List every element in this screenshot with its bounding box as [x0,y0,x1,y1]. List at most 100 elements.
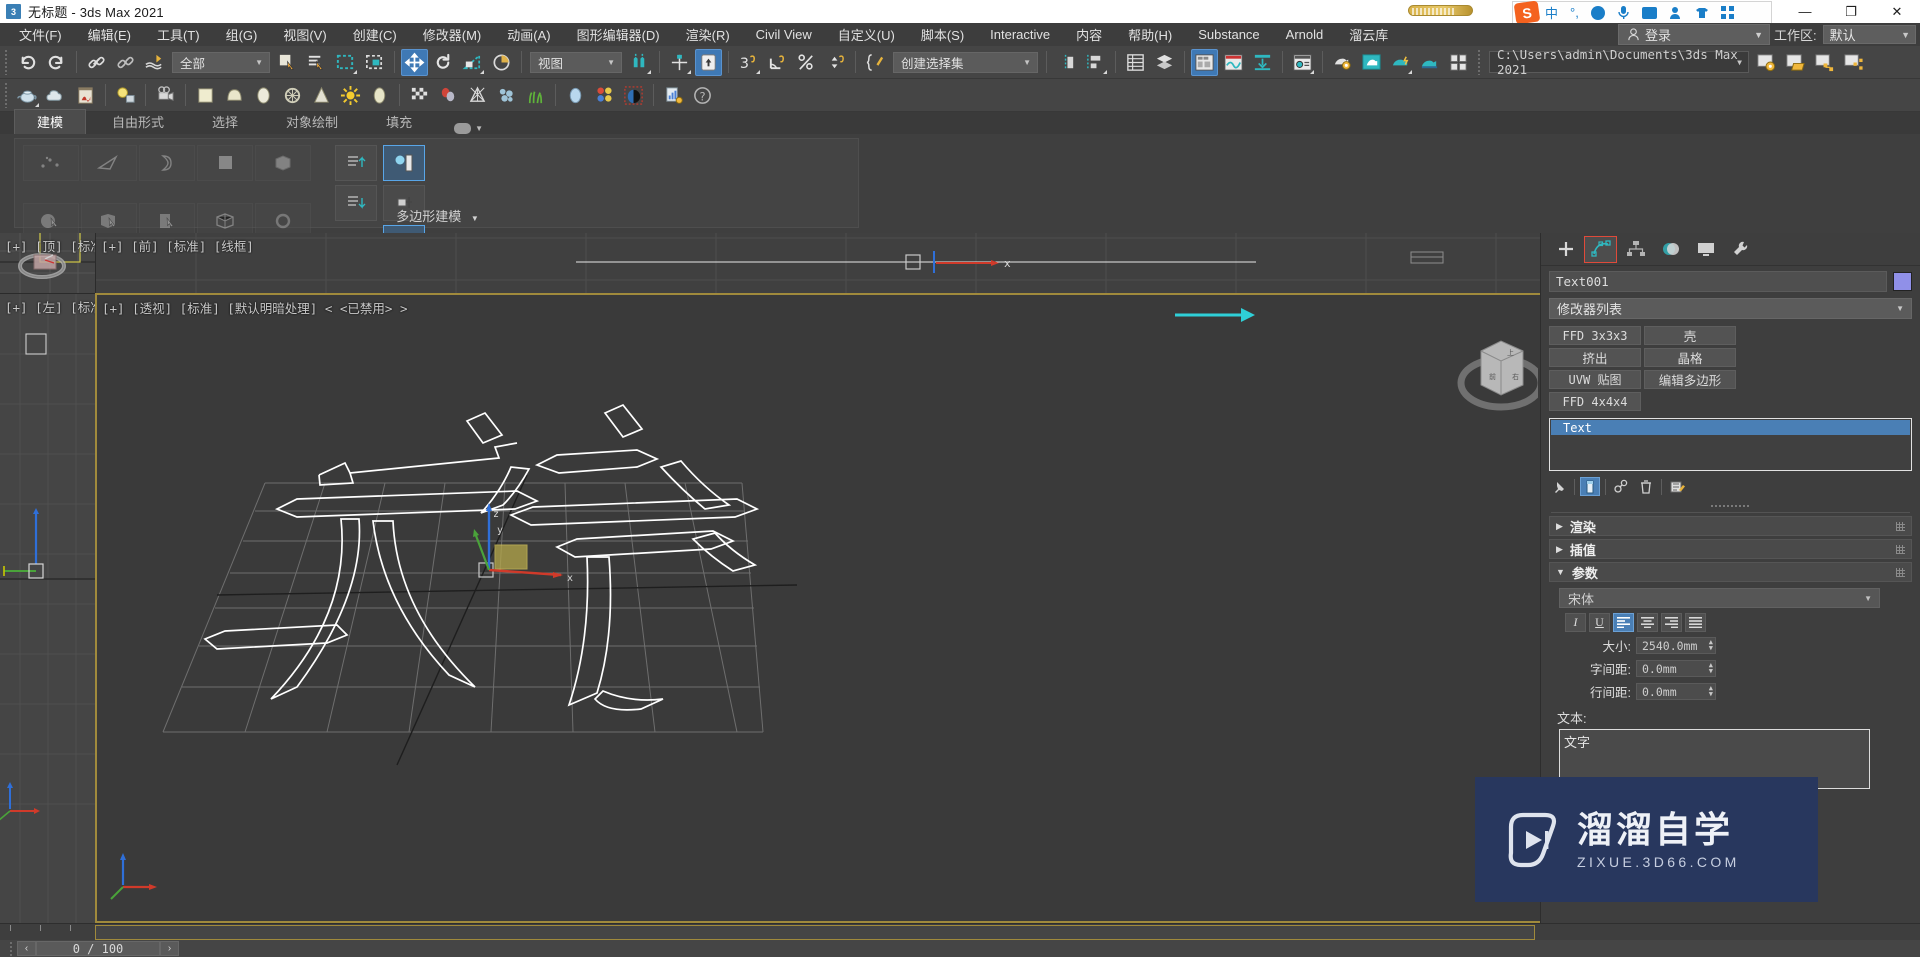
menu-item-graph-editors[interactable]: 图形编辑器(D) [564,22,673,47]
project-path-combo[interactable]: C:\Users\admin\Documents\3ds Max 2021 ▼ [1489,47,1749,77]
select-link-icon[interactable] [83,49,110,76]
curve-editor-icon[interactable] [1220,49,1247,76]
ribbon-minimize-group[interactable]: ▼ [454,123,483,134]
rectangular-region-icon[interactable] [332,49,359,76]
polygon-subobject-icon[interactable] [197,145,253,181]
modifier-button-ffd4[interactable]: FFD 4x4x4 [1549,392,1641,411]
open-folder-icon[interactable] [1782,49,1809,76]
maximize-button[interactable]: ❐ [1828,0,1874,23]
ime-punctuation-button[interactable]: °, [1570,5,1579,20]
toolbar-grip-2[interactable] [1476,49,1483,75]
node-link-icon[interactable] [1840,49,1867,76]
render-in-cloud-icon[interactable] [1416,49,1443,76]
menu-item-help[interactable]: 帮助(H) [1115,22,1185,47]
size-field[interactable]: 2540.0mm ▲ ▼ [1636,637,1716,654]
sphere-icon[interactable] [221,82,248,109]
unlink-icon[interactable] [112,49,139,76]
view-cube[interactable]: 上 前 右 [1457,340,1538,411]
align-right-icon[interactable] [1661,613,1682,632]
modifier-button-ffd3[interactable]: FFD 3x3x3 [1549,326,1641,345]
report-icon[interactable] [660,82,687,109]
prev-frame-button[interactable]: ‹ [17,941,36,956]
sun-icon[interactable] [337,82,364,109]
configure-modifier-sets-icon[interactable] [1667,477,1687,496]
border-subobject-icon[interactable] [139,145,195,181]
utilities-tab[interactable] [1724,236,1757,263]
placement-tool-icon[interactable] [488,49,515,76]
show-end-result-icon[interactable] [1580,477,1600,496]
checker-pattern-icon[interactable] [406,82,433,109]
scene-explorer-icon[interactable] [1151,49,1178,76]
percent-snap-icon[interactable] [793,49,820,76]
hair-fur-icon[interactable] [522,82,549,109]
time-slider-track[interactable] [95,925,1535,940]
ribbon-panel-label[interactable]: 多边形建模 ▼ [15,206,860,225]
user-icon[interactable] [1669,6,1683,20]
menu-item-animation[interactable]: 动画(A) [494,22,563,47]
menu-item-arnold[interactable]: Arnold [1273,24,1337,45]
snaps-toggle-icon[interactable] [666,49,693,76]
menu-item-substance[interactable]: Substance [1185,24,1272,45]
next-frame-button[interactable]: › [160,941,179,956]
menu-item-scripting[interactable]: 脚本(S) [908,22,977,47]
close-button[interactable]: ✕ [1874,0,1920,23]
stack-item-text[interactable]: Text [1551,420,1910,435]
box-icon[interactable] [192,82,219,109]
workspace-combo[interactable]: 默认 ▼ [1822,25,1916,44]
select-by-name-icon[interactable] [303,49,330,76]
ime-mode-button[interactable]: 中 [1545,3,1558,22]
menu-item-liuyunku[interactable]: 溜云库 [1336,22,1401,47]
italic-button[interactable]: I [1565,613,1586,632]
rendered-frame-window-icon[interactable] [1358,49,1385,76]
chevron-down-icon[interactable]: ▼ [475,124,483,133]
render-setup-icon[interactable] [1289,49,1316,76]
node-icon[interactable] [1811,49,1838,76]
modifier-button-lattice[interactable]: 晶格 [1644,348,1736,367]
menu-item-customize[interactable]: 自定义(U) [825,22,908,47]
chevron-down-icon[interactable]: ▼ [471,214,479,223]
smiley-icon[interactable] [1590,5,1605,20]
vertex-subobject-icon[interactable] [23,145,79,181]
element-subobject-icon[interactable] [255,145,311,181]
project-folder-icon[interactable] [1753,49,1780,76]
ribbon-tab-modeling[interactable]: 建模 [14,109,87,134]
align-justify-icon[interactable] [1685,613,1706,632]
poster-icon[interactable] [72,82,99,109]
modifier-button-uvwmap[interactable]: UVW 贴图 [1549,370,1641,389]
minimize-button[interactable]: — [1782,0,1828,23]
spinner-arrows-icon[interactable]: ▲ ▼ [1709,685,1713,698]
selection-filter-combo[interactable]: 全部 ▼ [172,51,270,73]
select-and-scale-icon[interactable] [459,49,486,76]
atmospheric-icon[interactable] [435,82,462,109]
ribbon-tab-populate[interactable]: 填充 [364,110,434,134]
edge-subobject-icon[interactable] [81,145,137,181]
display-tab[interactable] [1689,236,1722,263]
viewport-left[interactable]: [+] [左] [标准] [0,293,110,924]
cone-icon[interactable] [308,82,335,109]
skin-icon[interactable] [1695,6,1709,20]
undo-icon[interactable] [14,49,41,76]
menu-item-file[interactable]: 文件(F) [6,22,75,47]
ribbon-tab-selection[interactable]: 选择 [190,110,260,134]
underline-button[interactable]: U [1589,613,1610,632]
capsule-icon[interactable] [366,82,393,109]
modify-tab[interactable] [1584,235,1617,263]
menu-item-modifiers[interactable]: 修改器(M) [410,22,495,47]
viewport-front[interactable]: x [+] [前] [标准] [线框] [95,233,1541,293]
rollout-interpolation[interactable]: ▶ 插值 [1549,539,1912,559]
select-object-icon[interactable] [274,49,301,76]
rollout-parameters[interactable]: ▼ 参数 [1549,562,1912,582]
rgb-colors-icon[interactable] [591,82,618,109]
window-crossing-icon[interactable] [361,49,388,76]
menu-item-tools[interactable]: 工具(T) [144,22,213,47]
camera-icon[interactable] [152,82,179,109]
sogou-logo-icon[interactable]: S [1513,0,1541,25]
object-name-field[interactable]: Text001 [1549,271,1887,292]
make-unique-icon[interactable] [1611,477,1631,496]
mirror-icon[interactable] [1053,49,1080,76]
leading-field[interactable]: 0.0mm ▲ ▼ [1636,683,1716,700]
viewport-top[interactable]: [+] [顶] [标准] [0,233,110,293]
menu-item-group[interactable]: 组(G) [213,22,271,47]
current-frame-field[interactable]: 0 / 100 [36,941,160,956]
help-icon[interactable]: ? [689,82,716,109]
